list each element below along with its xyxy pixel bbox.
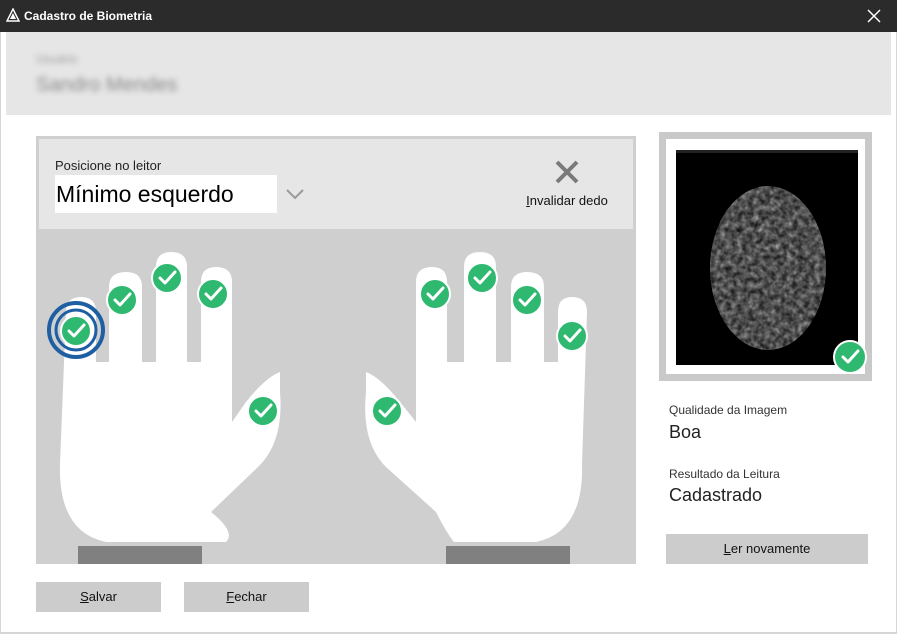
finger-check-left-middle[interactable]: [150, 261, 184, 295]
quality-label: Qualidade da Imagem: [669, 403, 788, 417]
finger-check-right-ring[interactable]: [510, 283, 544, 317]
finger-select[interactable]: Mínimo esquerdo: [55, 175, 277, 213]
dialog-body: Usuário Sandro Mendes Posicione no leito…: [0, 32, 897, 634]
finger-check-right-middle[interactable]: [465, 261, 499, 295]
fingerprint-image: [676, 150, 858, 365]
close-window-button[interactable]: [851, 0, 897, 32]
app-icon: [6, 8, 20, 22]
hands-panel: Posicione no leitor Mínimo esquerdo Inva…: [36, 136, 636, 564]
user-header: Usuário Sandro Mendes: [6, 32, 891, 115]
invalidate-finger-button[interactable]: Invalidar dedo: [517, 159, 617, 215]
finger-check-left-pinky[interactable]: [59, 314, 93, 348]
quality-value: Boa: [669, 422, 702, 442]
finger-check-left-thumb[interactable]: [246, 394, 280, 428]
close-icon: [867, 9, 881, 23]
result-value: Cadastrado: [669, 485, 763, 505]
reader-toolbar: Posicione no leitor Mínimo esquerdo Inva…: [39, 139, 633, 229]
hands-diagram: [47, 252, 589, 564]
chevron-down-icon[interactable]: [285, 187, 305, 201]
close-button[interactable]: Fechar: [184, 582, 309, 612]
title-bar: Cadastro de Biometria: [0, 0, 897, 32]
position-label: Posicione no leitor: [55, 158, 162, 173]
fingerprint-preview: [659, 132, 872, 381]
invalidate-finger-label: Invalidar dedo: [526, 193, 608, 208]
reread-button[interactable]: Ler novamente: [666, 534, 868, 564]
finger-check-right-index[interactable]: [418, 277, 452, 311]
save-button[interactable]: Salvar: [36, 582, 161, 612]
result-label: Resultado da Leitura: [669, 467, 780, 481]
finger-check-left-index[interactable]: [196, 277, 230, 311]
finger-check-left-ring[interactable]: [105, 283, 139, 317]
finger-check-right-thumb[interactable]: [370, 394, 404, 428]
user-label: Usuário: [36, 52, 78, 66]
preview-check-icon: [833, 340, 867, 374]
fingerprint-scan: [676, 150, 858, 365]
user-name: Sandro Mendes: [36, 74, 178, 96]
finger-check-right-pinky[interactable]: [555, 319, 589, 353]
window-title: Cadastro de Biometria: [24, 9, 153, 23]
x-icon: [555, 160, 579, 184]
